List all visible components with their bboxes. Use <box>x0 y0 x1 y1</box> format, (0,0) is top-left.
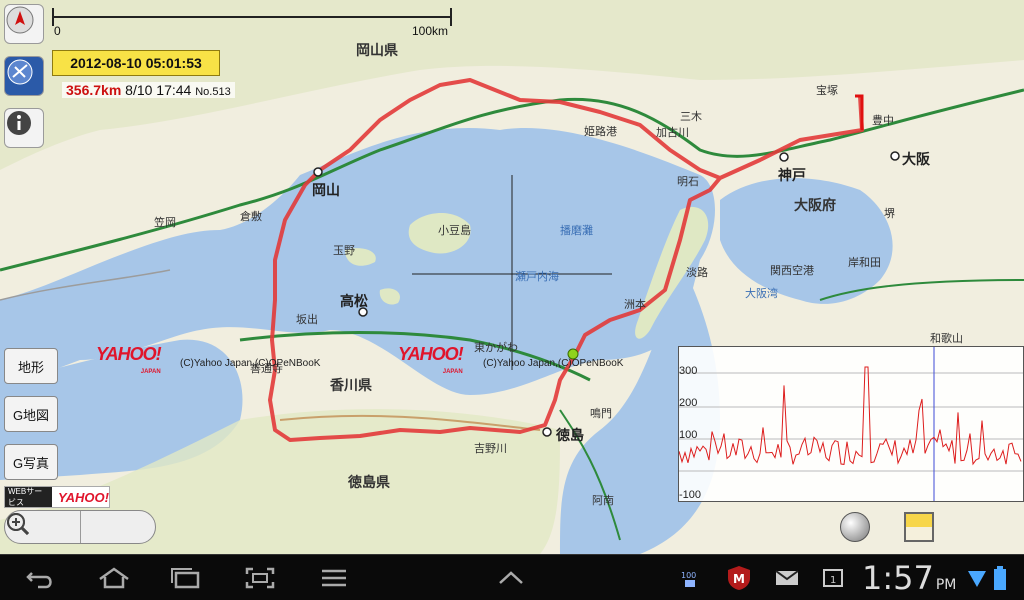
scale-bar: 0 100km <box>52 8 454 42</box>
copyright-text: (C)Yahoo Japan,(C)OPeNBooK <box>483 358 624 369</box>
copyright-text: (C)Yahoo Japan,(C)OPeNBooK <box>180 358 321 369</box>
yahoo-logo: YAHOO! JAPAN <box>398 344 464 375</box>
graph-y-label: 100 <box>679 429 698 441</box>
info-icon <box>7 111 31 135</box>
web-service-label: WEBサービス <box>5 487 52 507</box>
google-map-button[interactable]: G地図 <box>4 396 58 432</box>
security-app-icon: M <box>724 565 754 591</box>
label-kobe: 神戸 <box>778 168 806 184</box>
label-awaji: 淡路 <box>686 266 708 279</box>
label-wakayama: 和歌山 <box>930 332 963 345</box>
label-harima-nada: 播磨灘 <box>560 224 593 237</box>
elevation-graph-canvas <box>679 347 1023 501</box>
track-stats: 356.7km 8/10 17:44 No.513 <box>62 82 235 98</box>
screenshot-icon <box>245 567 275 589</box>
compass-button[interactable] <box>4 4 44 44</box>
status-clock: 1:57 PM <box>862 559 956 597</box>
track-time: 8/10 17:44 <box>125 82 192 98</box>
label-tokushima: 徳島 <box>556 428 584 444</box>
label-higashikagawa: 東かがわ <box>474 341 518 354</box>
terrain-button[interactable]: 地形 <box>4 348 58 384</box>
label-toyonaka: 豊中 <box>872 114 894 127</box>
clock-ampm: PM <box>935 577 957 593</box>
graph-y-label: -100 <box>679 489 702 501</box>
gps-button[interactable] <box>4 56 44 96</box>
label-sakaide: 坂出 <box>296 313 318 326</box>
layer-button[interactable] <box>904 512 934 542</box>
yahoo-logo: YAHOO! JAPAN <box>96 344 162 375</box>
label-osaka-bay: 大阪湾 <box>745 287 778 300</box>
label-sumoto: 洲本 <box>624 298 646 311</box>
wifi-icon <box>966 565 988 591</box>
back-button[interactable] <box>22 565 58 591</box>
label-kaizuka: 関西空港 <box>770 264 814 277</box>
scale-end-label: 100km <box>411 24 448 38</box>
label-akashi: 明石 <box>677 175 699 188</box>
home-icon <box>99 567 129 589</box>
label-kishiwada: 岸和田 <box>848 256 881 269</box>
elevation-line <box>679 366 1022 466</box>
label-tokushima-pref: 徳島県 <box>348 475 390 491</box>
track-distance: 356.7km <box>66 82 122 98</box>
recent-apps-button[interactable] <box>168 565 204 591</box>
menu-icon <box>322 569 346 587</box>
label-himeji: 姫路港 <box>584 125 617 138</box>
label-osaka-pref: 大阪府 <box>794 198 836 214</box>
zoom-control <box>4 510 156 544</box>
label-naruto: 鳴門 <box>590 407 612 420</box>
svg-text:M: M <box>733 572 745 586</box>
chevron-up-icon <box>499 571 523 584</box>
track-number: No.513 <box>195 86 231 98</box>
expand-up-button[interactable] <box>494 565 528 591</box>
screenshot-button[interactable] <box>242 565 278 591</box>
label-anan: 阿南 <box>592 494 614 507</box>
elevation-graph[interactable]: 300 200 100 -100 <box>678 346 1024 502</box>
label-sakai: 堺 <box>884 207 895 220</box>
home-button[interactable] <box>94 565 134 591</box>
label-osaka: 大阪 <box>902 152 930 168</box>
info-button[interactable] <box>4 108 44 148</box>
label-seto-inland-sea: 瀬戸内海 <box>515 270 559 283</box>
label-okayama-pref: 岡山県 <box>356 43 398 59</box>
label-kagawa-pref: 香川県 <box>330 378 372 394</box>
record-button[interactable] <box>840 512 870 542</box>
label-kurashiki: 倉敷 <box>240 210 262 223</box>
back-icon <box>26 572 52 589</box>
zoom-in-button[interactable] <box>7 511 156 543</box>
zoom-in-icon <box>7 513 30 536</box>
label-takarazuka: 宝塚 <box>816 84 838 97</box>
label-okayama: 岡山 <box>312 183 340 199</box>
calendar-icon: 1 <box>822 565 844 591</box>
system-nav-bar: 100 M 1 1:57 PM <box>0 554 1024 600</box>
web-service-logo: YAHOO! <box>57 489 109 505</box>
scale-start-label: 0 <box>54 24 61 38</box>
label-shodoshima: 小豆島 <box>438 224 471 237</box>
graph-y-label: 300 <box>679 365 698 377</box>
label-tamano: 玉野 <box>333 244 355 257</box>
google-photo-button[interactable]: G写真 <box>4 444 58 480</box>
compass-icon <box>6 6 34 34</box>
graph-y-label: 200 <box>679 397 698 409</box>
battery-icon <box>992 565 1008 591</box>
label-miki: 三木 <box>680 110 702 123</box>
svg-text:100: 100 <box>681 571 696 580</box>
label-kasaoka: 笠岡 <box>154 216 176 229</box>
web-service-badge[interactable]: WEBサービス YAHOO! <box>4 486 110 508</box>
track-datetime: 2012-08-10 05:01:53 <box>52 50 220 76</box>
status-100-icon: 100 <box>680 565 700 591</box>
menu-button[interactable] <box>318 565 350 591</box>
label-yoshinogawa: 吉野川 <box>474 442 507 455</box>
recent-apps-icon <box>171 568 200 589</box>
mail-icon <box>774 565 800 591</box>
map-view[interactable]: 岡山県 香川県 徳島県 大阪府 岡山 高松 徳島 神戸 大阪 姫路港 明石 淡路… <box>0 0 1024 554</box>
satellite-icon <box>7 59 33 85</box>
svg-text:1: 1 <box>830 575 836 586</box>
clock-time: 1:57 <box>862 559 934 597</box>
label-takamatsu: 高松 <box>340 294 368 310</box>
label-kakogawa: 加古川 <box>656 126 689 139</box>
